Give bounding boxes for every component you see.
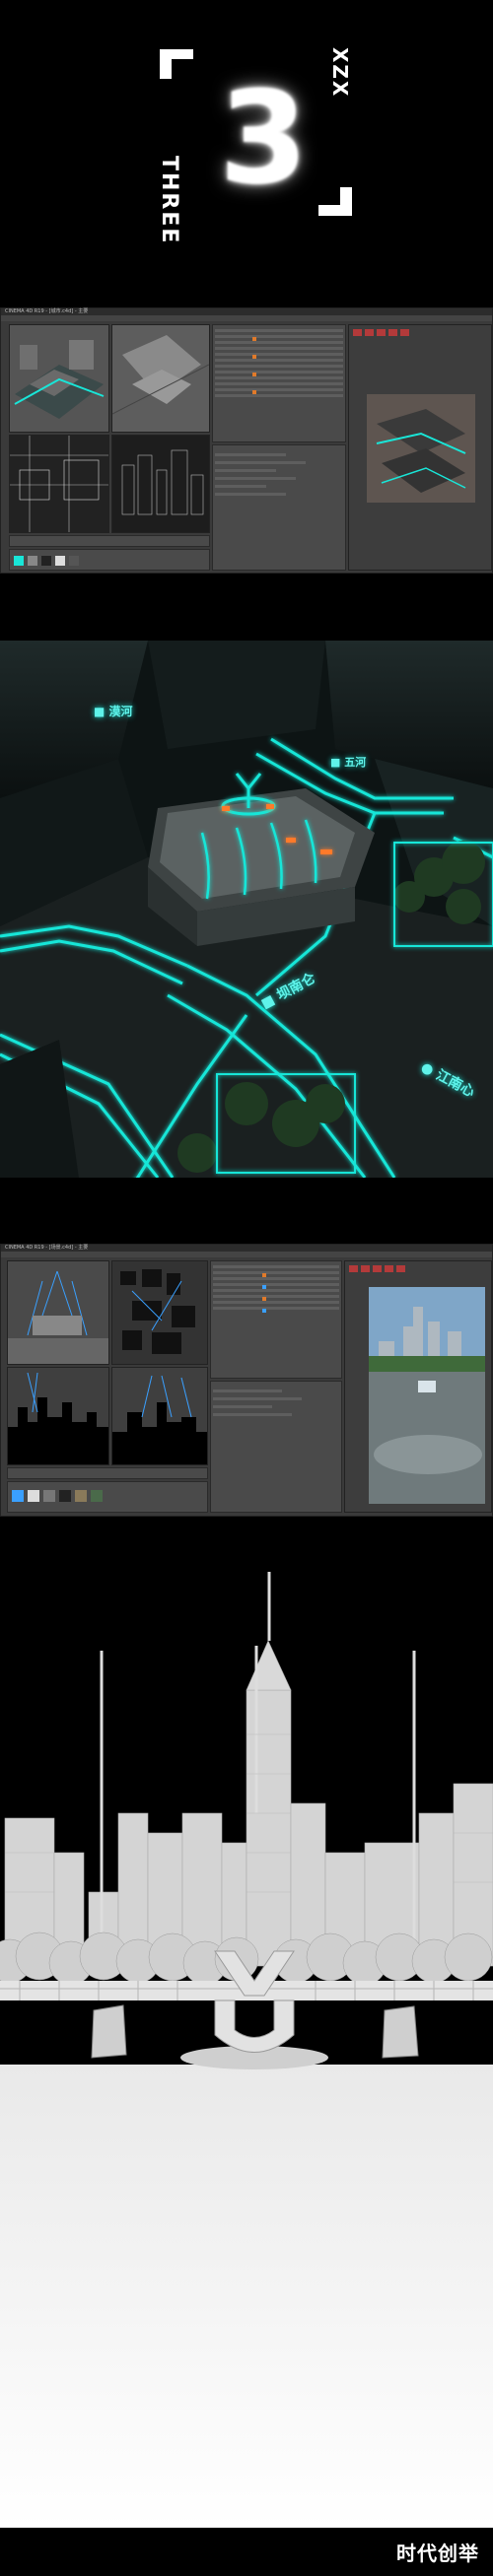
render-button[interactable] [373, 1265, 382, 1272]
attribute-manager[interactable] [212, 444, 346, 571]
material-swatch[interactable] [55, 556, 65, 566]
render-preview-image [369, 1287, 485, 1504]
material-swatch[interactable] [28, 556, 37, 566]
render-button[interactable] [349, 1265, 358, 1272]
render-button[interactable] [377, 329, 386, 336]
render-button[interactable] [388, 329, 397, 336]
viewport-front[interactable] [7, 1367, 109, 1465]
corner-bracket-top-left-vertical [160, 49, 172, 79]
material-swatch[interactable] [43, 1490, 55, 1502]
timeline-panel[interactable] [9, 535, 210, 547]
big-number-three: 3 [219, 63, 309, 213]
editor-titlebar: CINEMA 4D R19 - [场景.c4d] - 主要 [1, 1245, 492, 1252]
editor-screenshot-1: CINEMA 4D R19 - [城市.c4d] - 主要 [0, 307, 493, 574]
neon-render-section: ■ 漠河 ■ 五河 ■ 坝南仑 ● 江南心 [0, 641, 493, 1178]
editor-menubar[interactable] [1, 1252, 492, 1257]
watermark-text: 时代创举 [396, 2542, 479, 2565]
editor-titlebar: CINEMA 4D R19 - [城市.c4d] - 主要 [1, 308, 492, 315]
clay-city-render-section [0, 1518, 493, 2528]
render-button[interactable] [385, 1265, 393, 1272]
material-swatch[interactable] [75, 1490, 87, 1502]
object-manager[interactable] [210, 1260, 342, 1379]
viewport-top[interactable] [111, 324, 210, 433]
editor-screenshot-2: CINEMA 4D R19 - [场景.c4d] - 主要 [0, 1244, 493, 1517]
timeline-panel[interactable] [7, 1467, 208, 1479]
editor-window-title: CINEMA 4D R19 - [城市.c4d] - 主要 [5, 308, 89, 314]
object-manager[interactable] [212, 324, 346, 442]
viewport-right-scene [112, 1368, 207, 1464]
material-manager[interactable] [9, 549, 210, 571]
neon-label-1: ■ 漠河 [94, 705, 133, 718]
attribute-manager[interactable] [210, 1381, 342, 1513]
viewport-perspective[interactable] [9, 324, 109, 433]
picture-viewer[interactable] [344, 1260, 492, 1513]
picture-viewer[interactable] [348, 324, 492, 571]
clay-city-render [0, 1518, 493, 2528]
viewport-front[interactable] [9, 435, 109, 533]
material-swatch[interactable] [59, 1490, 71, 1502]
viewport-perspective-scene [10, 325, 108, 432]
viewport-front-scene [8, 1368, 108, 1464]
material-swatch[interactable] [14, 556, 24, 566]
render-button[interactable] [365, 329, 374, 336]
viewport-top[interactable] [111, 1260, 208, 1365]
editor-menubar[interactable] [1, 315, 492, 321]
corner-bracket-bottom-right-vertical [340, 187, 352, 216]
render-button[interactable] [353, 329, 362, 336]
material-swatch[interactable] [12, 1490, 24, 1502]
viewport-right-scene [112, 436, 209, 532]
title-section: THREE XZX 3 [0, 0, 493, 307]
neon-label-2: ■ 五河 [330, 756, 367, 769]
material-swatch[interactable] [41, 556, 51, 566]
viewport-right[interactable] [111, 1367, 208, 1465]
viewport-top-scene [112, 325, 209, 432]
material-swatch[interactable] [69, 556, 79, 566]
render-button[interactable] [361, 1265, 370, 1272]
material-manager[interactable] [7, 1481, 208, 1513]
viewport-top-scene [112, 1261, 207, 1364]
footer: 时代创举 [0, 2528, 493, 2576]
editor-window-title: CINEMA 4D R19 - [场景.c4d] - 主要 [5, 1245, 89, 1251]
viewport-front-scene [10, 436, 108, 532]
viewport-right[interactable] [111, 435, 210, 533]
viewport-perspective-scene [8, 1261, 108, 1364]
viewport-perspective[interactable] [7, 1260, 109, 1365]
side-title-three: THREE [157, 156, 181, 245]
render-button[interactable] [396, 1265, 405, 1272]
material-swatch[interactable] [28, 1490, 39, 1502]
corner-text-xzx: XZX [328, 47, 352, 99]
render-preview-image [367, 394, 475, 503]
material-swatch[interactable] [91, 1490, 103, 1502]
render-button[interactable] [400, 329, 409, 336]
neon-city-render [0, 641, 493, 1178]
